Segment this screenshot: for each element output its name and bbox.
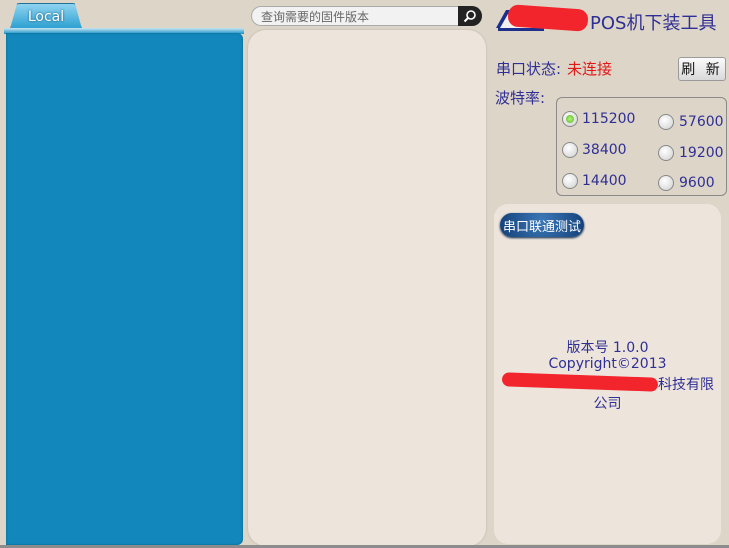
refresh-button[interactable]: 刷 新 (678, 57, 726, 81)
version-text: 版本号 1.0.0 (566, 340, 649, 356)
baud-radio-14400[interactable] (562, 173, 578, 189)
serial-test-button[interactable]: 串口联通测试 (500, 213, 584, 237)
baud-radio-19200[interactable] (658, 145, 674, 161)
company-tail-text: 公司 (593, 396, 622, 412)
search-icon (463, 10, 476, 23)
serial-status-label: 串口状态: (496, 60, 562, 78)
copyright-text: Copyright©2013 (548, 356, 667, 372)
baud-radio-9600[interactable] (658, 175, 674, 191)
baud-label-115200: 115200 (582, 111, 636, 127)
company-suffix-text: 科技有限 (658, 377, 714, 393)
baud-rate-label: 波特率: (495, 89, 546, 107)
baud-label-57600: 57600 (679, 114, 724, 130)
search-placeholder: 查询需要的固件版本 (261, 9, 370, 24)
tab-local[interactable]: Local (10, 3, 82, 29)
baud-label-14400: 14400 (582, 173, 627, 189)
baud-label-19200: 19200 (679, 145, 724, 161)
baud-radio-57600[interactable] (658, 114, 674, 130)
baud-radio-115200[interactable] (562, 111, 578, 127)
serial-status-value: 未连接 (567, 60, 613, 78)
search-input[interactable]: 查询需要的固件版本 (251, 6, 482, 26)
app-title: POS机下装工具 (590, 13, 717, 34)
baud-label-9600: 9600 (679, 175, 715, 191)
search-button[interactable] (458, 6, 482, 26)
baud-label-38400: 38400 (582, 142, 627, 158)
device-list-panel[interactable] (6, 33, 243, 545)
firmware-list-panel[interactable] (248, 30, 486, 546)
baud-radio-38400[interactable] (562, 142, 578, 158)
